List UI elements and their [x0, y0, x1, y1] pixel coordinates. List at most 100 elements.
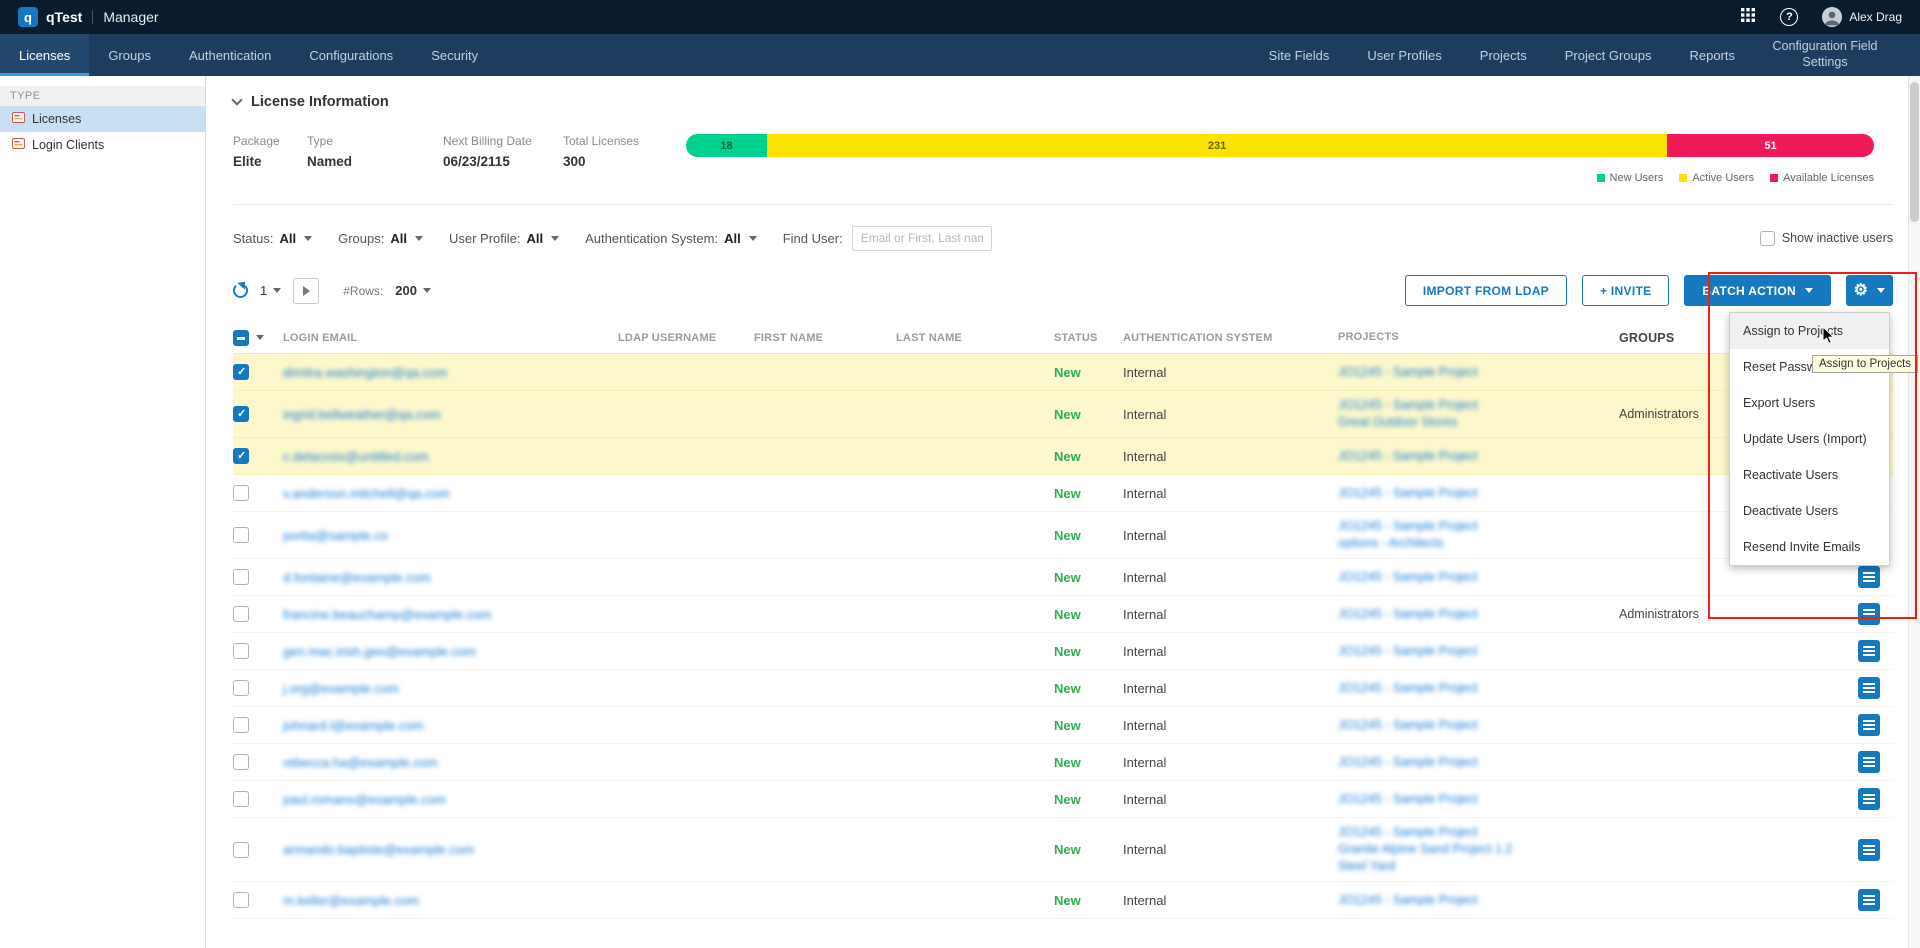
license-info-header[interactable]: License Information [233, 94, 1893, 110]
row-actions-button[interactable] [1858, 566, 1880, 588]
login-email-link[interactable]: rebecca.ha@example.com [283, 755, 438, 770]
select-all-checkbox[interactable] [233, 330, 249, 346]
nav-tab[interactable]: Projects [1461, 34, 1546, 76]
refresh-icon[interactable] [233, 283, 248, 298]
batch-action-menu-item[interactable]: Reactivate Users [1730, 457, 1889, 493]
row-actions-button[interactable] [1858, 788, 1880, 810]
project-link[interactable]: JO1245 - Sample Project [1338, 485, 1609, 502]
login-email-link[interactable]: v.anderson.mitchell@qa.com [283, 486, 450, 501]
project-link[interactable]: JO1245 - Sample Project [1338, 518, 1609, 535]
row-checkbox[interactable] [233, 606, 249, 622]
show-inactive-users[interactable]: Show inactive users [1760, 231, 1893, 246]
filter-dropdown[interactable]: Authentication System: All [585, 231, 757, 246]
login-email-link[interactable]: johnard.l@example.com [283, 718, 423, 733]
project-link[interactable]: JO1245 - Sample Project [1338, 824, 1609, 841]
login-email-link[interactable]: c.delacroix@untitled.com [283, 449, 428, 464]
project-link[interactable]: JO1245 - Sample Project [1338, 643, 1609, 660]
nav-tab[interactable]: Licenses [0, 34, 89, 76]
nav-tab[interactable]: Configuration Field Settings [1754, 34, 1896, 76]
login-email-link[interactable]: dimitra.washington@qa.com [283, 365, 447, 380]
row-actions-button[interactable] [1858, 889, 1880, 911]
row-actions-button[interactable] [1858, 640, 1880, 662]
nav-tab[interactable]: Configurations [290, 34, 412, 76]
project-link[interactable]: JO1245 - Sample Project [1338, 717, 1609, 734]
column-header-login-email[interactable]: LOGIN EMAIL [283, 332, 618, 344]
row-checkbox[interactable] [233, 527, 249, 543]
column-header-projects[interactable]: PROJECTS [1338, 323, 1619, 352]
row-checkbox[interactable] [233, 448, 249, 464]
row-checkbox[interactable] [233, 717, 249, 733]
user-menu[interactable]: Alex Drag [1822, 7, 1902, 27]
project-link[interactable]: options - Architects [1338, 535, 1609, 552]
login-email-link[interactable]: ingrid.bellweather@qa.com [283, 407, 441, 422]
filter-dropdown[interactable]: Status: All [233, 231, 312, 246]
project-link[interactable]: JO1245 - Sample Project [1338, 606, 1609, 623]
row-checkbox[interactable] [233, 569, 249, 585]
nav-tab[interactable]: Site Fields [1250, 34, 1349, 76]
import-from-ldap-button[interactable]: IMPORT FROM LDAP [1405, 275, 1567, 306]
apps-grid-icon[interactable] [1740, 7, 1756, 28]
project-link[interactable]: JO1245 - Sample Project [1338, 397, 1609, 414]
project-link[interactable]: JO1245 - Sample Project [1338, 892, 1609, 909]
row-checkbox[interactable] [233, 680, 249, 696]
vertical-scrollbar[interactable] [1908, 76, 1920, 948]
settings-button[interactable]: ⚙ [1846, 275, 1893, 306]
column-header-authentication-system[interactable]: AUTHENTICATION SYSTEM [1123, 332, 1338, 344]
project-link[interactable]: JO1245 - Sample Project [1338, 569, 1609, 586]
row-checkbox[interactable] [233, 643, 249, 659]
column-header-ldap-username[interactable]: LDAP USERNAME [618, 332, 754, 344]
sidebar-item[interactable]: Login Clients [0, 132, 205, 158]
batch-action-menu-item[interactable]: Resend Invite Emails [1730, 529, 1889, 565]
batch-action-menu-item[interactable]: Assign to Projects [1730, 313, 1889, 349]
filter-dropdown[interactable]: User Profile: All [449, 231, 559, 246]
login-email-link[interactable]: armando.baptiste@example.com [283, 842, 474, 857]
row-checkbox[interactable] [233, 485, 249, 501]
row-actions-button[interactable] [1858, 714, 1880, 736]
nav-tab[interactable]: Project Groups [1546, 34, 1671, 76]
find-user-input[interactable] [852, 226, 992, 251]
show-inactive-checkbox[interactable] [1760, 231, 1775, 246]
filter-dropdown[interactable]: Groups: All [338, 231, 423, 246]
nav-tab[interactable]: Reports [1670, 34, 1754, 76]
row-checkbox[interactable] [233, 406, 249, 422]
row-actions-button[interactable] [1858, 677, 1880, 699]
column-header-last-name[interactable]: LAST NAME [896, 332, 1054, 344]
nav-tab[interactable]: User Profiles [1348, 34, 1460, 76]
project-link[interactable]: JO1245 - Sample Project [1338, 791, 1609, 808]
row-checkbox[interactable] [233, 791, 249, 807]
login-email-link[interactable]: francine.beauchamp@example.com [283, 607, 491, 622]
batch-action-menu-item[interactable]: Deactivate Users [1730, 493, 1889, 529]
project-link[interactable]: Steel Yard [1338, 858, 1609, 875]
login-email-link[interactable]: m.keller@example.com [283, 893, 419, 908]
login-email-link[interactable]: j.org@example.com [283, 681, 399, 696]
row-actions-button[interactable] [1858, 751, 1880, 773]
project-link[interactable]: JO1245 - Sample Project [1338, 364, 1609, 381]
project-link[interactable]: JO1245 - Sample Project [1338, 448, 1609, 465]
batch-action-menu-item[interactable]: Export Users [1730, 385, 1889, 421]
page-selector[interactable]: 1 [260, 283, 281, 298]
help-icon[interactable]: ? [1780, 8, 1798, 26]
nav-tab[interactable]: Authentication [170, 34, 290, 76]
sidebar-item[interactable]: Licenses [0, 106, 205, 132]
project-link[interactable]: Granite Alpine Sand Project 1.2 [1338, 841, 1609, 858]
nav-tab[interactable]: Groups [89, 34, 170, 76]
nav-tab[interactable]: Security [412, 34, 497, 76]
login-email-link[interactable]: paul.romano@example.com [283, 792, 446, 807]
column-header-first-name[interactable]: FIRST NAME [754, 332, 896, 344]
rows-per-page-selector[interactable]: 200 [395, 283, 431, 298]
column-header-status[interactable]: STATUS [1054, 332, 1123, 344]
row-actions-button[interactable] [1858, 839, 1880, 861]
row-actions-button[interactable] [1858, 603, 1880, 625]
login-email-link[interactable]: d.fontaine@example.com [283, 570, 431, 585]
next-page-button[interactable] [293, 278, 319, 304]
row-checkbox[interactable] [233, 364, 249, 380]
project-link[interactable]: Great Outdoor Stores [1338, 414, 1609, 431]
scrollbar-thumb[interactable] [1910, 82, 1919, 222]
project-link[interactable]: JO1245 - Sample Project [1338, 754, 1609, 771]
row-checkbox[interactable] [233, 842, 249, 858]
batch-action-button[interactable]: BATCH ACTION [1684, 275, 1831, 306]
invite-button[interactable]: + INVITE [1582, 275, 1669, 306]
row-checkbox[interactable] [233, 754, 249, 770]
chevron-down-icon[interactable] [256, 335, 264, 340]
login-email-link[interactable]: gen.mac.irish.geo@example.com [283, 644, 476, 659]
